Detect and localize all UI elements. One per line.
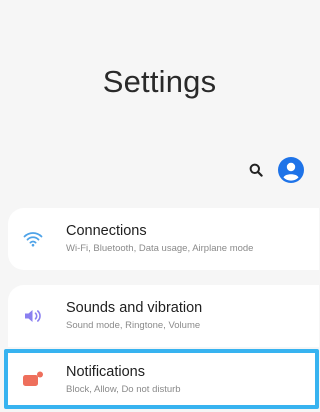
connections-card: Connections Wi-Fi, Bluetooth, Data usage… [8,208,319,270]
notification-icon [22,368,44,390]
settings-item-text: Connections Wi-Fi, Bluetooth, Data usage… [66,222,315,256]
wifi-icon [22,228,44,250]
settings-screen: Settings Connections Wi-Fi, Bluetooth, D… [0,0,319,412]
settings-item-notifications[interactable]: Notifications Block, Allow, Do not distu… [8,353,315,405]
account-button[interactable] [278,157,304,183]
settings-item-connections[interactable]: Connections Wi-Fi, Bluetooth, Data usage… [8,208,319,270]
settings-item-text: Sounds and vibration Sound mode, Rington… [66,299,315,333]
sounds-card: Sounds and vibration Sound mode, Rington… [8,285,319,347]
settings-item-subtitle: Block, Allow, Do not disturb [66,384,181,395]
settings-item-title: Notifications [66,364,145,380]
search-button[interactable] [244,158,268,182]
page-title: Settings [102,64,217,99]
settings-item-subtitle: Sound mode, Ringtone, Volume [66,320,201,331]
settings-item-subtitle: Wi-Fi, Bluetooth, Data usage, Airplane m… [66,243,254,254]
settings-item-sounds[interactable]: Sounds and vibration Sound mode, Rington… [8,285,319,347]
settings-item-title: Sounds and vibration [66,300,203,316]
account-icon [283,162,299,181]
settings-item-title: Connections [66,223,147,239]
settings-item-text: Notifications Block, Allow, Do not distu… [66,363,311,397]
volume-icon [22,305,44,327]
notifications-card: Notifications Block, Allow, Do not distu… [4,349,319,409]
search-icon [249,163,263,177]
top-actions [244,156,304,184]
